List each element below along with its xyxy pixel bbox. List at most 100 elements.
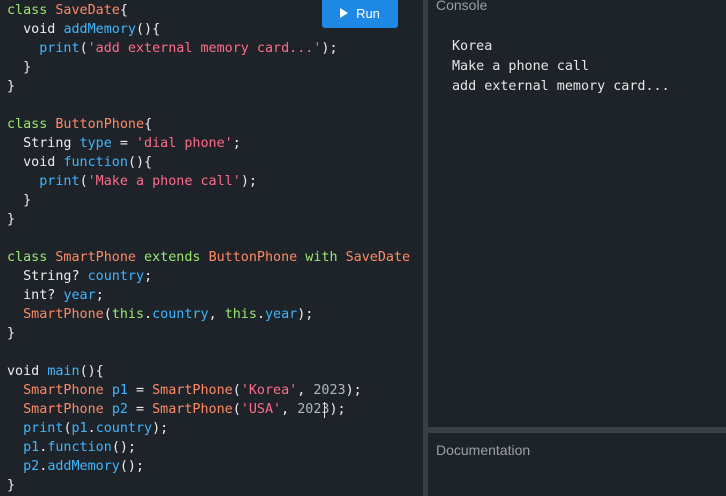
code-token: void	[7, 155, 64, 170]
code-token: }	[7, 326, 16, 341]
code-line: p2.addMemory();	[7, 457, 144, 476]
code-line: String type = 'dial phone';	[7, 134, 241, 153]
console-output-line: Korea	[452, 39, 493, 54]
code-token: SmartPhone	[7, 402, 112, 417]
code-token: 'add external memory card...'	[87, 41, 322, 56]
code-token: class	[7, 117, 56, 132]
code-line: int? year;	[7, 286, 104, 305]
code-token: ,	[281, 402, 298, 417]
code-line: void main(){	[7, 362, 104, 381]
code-token: =	[127, 402, 153, 417]
code-token: (	[232, 383, 241, 398]
code-line: print('Make a phone call');	[7, 172, 257, 191]
code-token: p1	[71, 421, 88, 436]
code-line: }	[7, 77, 15, 96]
code-line: class SaveDate{	[7, 1, 128, 20]
console-panel: Console Korea Make a phone call add exte…	[428, 0, 726, 427]
code-line: SmartPhone p1 = SmartPhone('Korea', 2023…	[7, 381, 362, 400]
run-button[interactable]: Run	[322, 0, 398, 28]
code-line: }	[7, 476, 15, 495]
code-token: ;	[232, 136, 241, 151]
code-token: (){	[136, 22, 161, 37]
code-token: {	[144, 117, 153, 132]
code-token: );	[240, 174, 257, 189]
code-token: }	[7, 212, 16, 227]
play-icon	[340, 8, 349, 18]
code-token: ButtonPhone	[55, 117, 145, 132]
code-token: (	[79, 174, 88, 189]
code-token: SmartPhone	[152, 383, 233, 398]
code-line: void addMemory(){	[7, 20, 160, 39]
run-button-label: Run	[356, 5, 380, 21]
code-line: SmartPhone p2 = SmartPhone('USA', 2023);	[7, 400, 346, 419]
code-token: print	[7, 174, 80, 189]
code-line: }	[7, 210, 15, 229]
code-token: (	[232, 402, 241, 417]
code-token: );	[152, 421, 169, 436]
code-token: );	[297, 307, 314, 322]
code-token: print	[7, 421, 64, 436]
code-line: p1.function();	[7, 438, 136, 457]
code-token: .	[144, 307, 153, 322]
code-token: addMemory	[47, 459, 120, 474]
code-line: void function(){	[7, 153, 152, 172]
code-line: print('add external memory card...');	[7, 39, 337, 58]
code-token: String	[7, 136, 80, 151]
code-token: ;	[95, 288, 104, 303]
code-token: SmartPhone	[55, 250, 136, 265]
code-token: addMemory	[63, 22, 136, 37]
code-token: 'USA'	[240, 402, 282, 417]
code-token: p2	[111, 402, 128, 417]
code-token: =	[111, 136, 136, 151]
code-token: (	[103, 307, 112, 322]
code-token: SaveDate	[55, 3, 120, 18]
code-token: main	[47, 364, 80, 379]
code-token: void	[7, 364, 48, 379]
code-line: }	[7, 58, 31, 77]
code-token: );	[329, 402, 346, 417]
code-token: (){	[79, 364, 104, 379]
code-token: }	[7, 478, 16, 493]
code-token: with	[297, 250, 346, 265]
code-token: type	[79, 136, 112, 151]
code-token: .	[256, 307, 265, 322]
code-line: String? country;	[7, 267, 152, 286]
code-line: class ButtonPhone{	[7, 115, 152, 134]
code-token: 'dial phone'	[136, 136, 233, 151]
code-token: year	[63, 288, 96, 303]
code-token: }	[7, 193, 32, 208]
code-token: country	[152, 307, 209, 322]
code-token: ();	[119, 459, 145, 474]
code-token: ButtonPhone	[208, 250, 298, 265]
code-token: country	[95, 421, 153, 436]
code-token: extends	[136, 250, 209, 265]
code-line: print(p1.country);	[7, 419, 168, 438]
code-token: print	[7, 41, 80, 56]
code-line: SmartPhone(this.country, this.year);	[7, 305, 313, 324]
documentation-title: Documentation	[436, 442, 531, 458]
code-token: this	[111, 307, 145, 322]
code-token: ,	[208, 307, 225, 322]
code-editor[interactable]: class SaveDate{ void addMemory(){ print(…	[0, 0, 423, 496]
code-line: class SmartPhone extends ButtonPhone wit…	[7, 248, 410, 267]
code-token: class	[7, 250, 56, 265]
code-token: SmartPhone	[152, 402, 233, 417]
code-token: 'Korea'	[240, 383, 298, 398]
documentation-panel: Documentation	[428, 433, 726, 496]
console-title: Console	[436, 0, 488, 13]
code-line: }	[7, 324, 15, 343]
code-token: this	[224, 307, 257, 322]
code-token: }	[7, 60, 32, 75]
code-token: ();	[111, 440, 136, 455]
code-token: p2	[7, 459, 40, 474]
code-token: p1	[111, 383, 128, 398]
code-token: function	[47, 440, 112, 455]
code-token: class	[7, 3, 56, 18]
console-output-line: add external memory card...	[452, 79, 670, 94]
code-token: (	[79, 41, 88, 56]
code-token: =	[127, 383, 153, 398]
code-token: year	[265, 307, 298, 322]
code-token: {	[119, 3, 128, 18]
code-token: (){	[127, 155, 153, 170]
code-token: 'Make a phone call'	[87, 174, 241, 189]
